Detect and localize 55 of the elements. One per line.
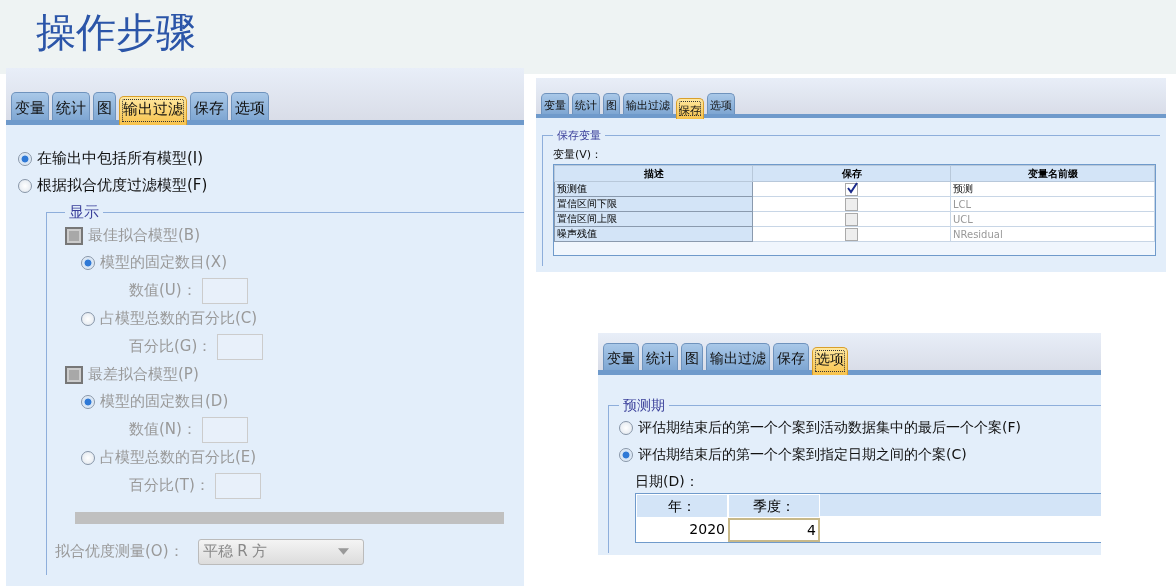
tab[interactable]: 统计 xyxy=(572,93,600,115)
checkbox-label: 最佳拟合模型(B) xyxy=(88,226,200,245)
table-cell[interactable]: 2020 xyxy=(636,517,728,540)
tab[interactable]: 选项 xyxy=(707,93,735,115)
checkbox[interactable] xyxy=(845,227,858,241)
tab[interactable]: 保存 xyxy=(190,92,228,120)
tab[interactable]: 输出过滤 xyxy=(623,93,673,115)
tab[interactable]: 统计 xyxy=(642,343,678,370)
tab[interactable]: 保存 xyxy=(676,98,704,120)
slide-title: 操作步骤 xyxy=(36,8,197,57)
tab[interactable]: 选项 xyxy=(812,347,848,375)
checkbox[interactable] xyxy=(845,197,858,211)
radio-button[interactable] xyxy=(619,448,633,463)
tab[interactable]: 图 xyxy=(93,92,116,120)
tab[interactable]: 变量 xyxy=(541,93,569,115)
option-label: 评估期结束后的第一个个案到活动数据集中的最后一个个案(F) xyxy=(638,419,1021,438)
tab[interactable]: 选项 xyxy=(231,92,269,120)
column-header: 年： xyxy=(636,493,728,518)
field-label: 日期(D)： xyxy=(634,472,700,491)
group-title: 显示 xyxy=(68,203,100,222)
field-label: 数值(N)： xyxy=(129,420,197,439)
field-label: 百分比(G)： xyxy=(129,337,213,356)
option-label: 模型的固定数目(D) xyxy=(100,392,229,411)
tab[interactable]: 变量 xyxy=(11,92,49,120)
checkbox[interactable] xyxy=(845,212,858,226)
option-label: 模型的固定数目(X) xyxy=(100,253,227,272)
field-label: 拟合优度测量(O)： xyxy=(55,542,184,561)
caret-icon xyxy=(337,548,349,555)
field-label: 数值(U)： xyxy=(129,281,197,300)
column-header: 变量名前缀 xyxy=(950,165,1155,182)
option-label: 在输出中包括所有模型(I) xyxy=(37,149,204,168)
tab[interactable]: 保存 xyxy=(773,343,809,370)
group-title: 预测期 xyxy=(622,396,666,415)
radio-button[interactable] xyxy=(619,421,633,436)
group-title: 保存变量 xyxy=(556,128,602,144)
column-header: 季度： xyxy=(728,493,820,518)
tab[interactable]: 统计 xyxy=(52,92,90,120)
table-cell[interactable]: 4 xyxy=(728,517,820,542)
option-label: 评估期结束后的第一个个案到指定日期之间的个案(C) xyxy=(638,446,967,465)
tab[interactable]: 图 xyxy=(603,93,620,115)
field-label: 百分比(T)： xyxy=(129,476,210,495)
checkbox-label: 最差拟合模型(P) xyxy=(88,365,199,384)
tab[interactable]: 变量 xyxy=(603,343,639,370)
column-header: 保存 xyxy=(752,165,951,182)
radio-button[interactable] xyxy=(18,178,32,193)
tab[interactable]: 图 xyxy=(681,343,703,370)
tab[interactable]: 输出过滤 xyxy=(706,343,770,370)
checkbox[interactable] xyxy=(845,182,858,196)
radio-button[interactable] xyxy=(18,151,32,166)
option-label: 占模型总数的百分比(E) xyxy=(100,448,257,467)
field-label: 变量(V)： xyxy=(553,147,604,163)
option-label: 占模型总数的百分比(C) xyxy=(100,309,258,328)
option-label: 根据拟合优度过滤模型(F) xyxy=(37,176,208,195)
column-header: 描述 xyxy=(554,165,753,182)
tab[interactable]: 输出过滤 xyxy=(119,96,187,125)
